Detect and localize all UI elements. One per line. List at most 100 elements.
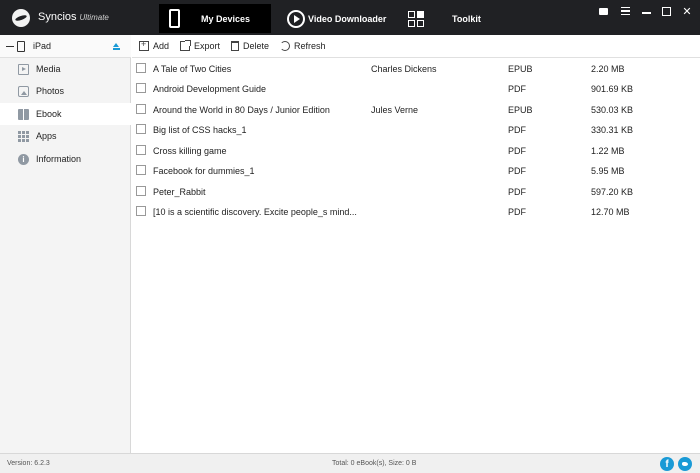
ebook-title: [10 is a scientific discovery. Excite pe… xyxy=(153,207,357,217)
refresh-button[interactable]: Refresh xyxy=(280,41,326,51)
photos-icon xyxy=(18,85,29,97)
add-icon xyxy=(139,39,149,51)
close-icon[interactable]: ✕ xyxy=(680,4,694,18)
add-button-label: Add xyxy=(153,41,170,51)
export-icon xyxy=(180,40,192,51)
trash-icon xyxy=(231,41,240,51)
ebook-size: 597.20 KB xyxy=(591,187,634,197)
totals-label: Total: 0 eBook(s), Size: 0 B xyxy=(332,460,417,467)
toolbar: Add Export Delete Refresh xyxy=(132,35,700,58)
ebook-size: 901.69 KB xyxy=(591,84,634,94)
delete-button-label: Delete xyxy=(243,41,270,51)
ebook-format: PDF xyxy=(508,187,526,197)
row-checkbox[interactable] xyxy=(136,63,146,73)
ebook-format: PDF xyxy=(508,207,526,217)
media-icon xyxy=(18,63,29,75)
tab-my-devices-label: My Devices xyxy=(201,13,251,24)
sidebar-item-label: Ebook xyxy=(36,109,62,119)
sidebar-item-apps[interactable]: Apps xyxy=(0,125,131,147)
ebook-title: Around the World in 80 Days / Junior Edi… xyxy=(153,105,330,115)
ebook-format: PDF xyxy=(508,125,526,135)
delete-button[interactable]: Delete xyxy=(231,41,269,51)
row-checkbox[interactable] xyxy=(136,165,146,175)
ebook-list: A Tale of Two Cities Charles Dickens EPU… xyxy=(132,59,700,453)
status-bar: Version: 6.2.3 Total: 0 eBook(s), Size: … xyxy=(0,453,700,473)
tab-my-devices[interactable]: My Devices xyxy=(159,4,271,33)
sidebar-item-photos[interactable]: Photos xyxy=(0,80,131,102)
message-icon[interactable] xyxy=(596,4,610,18)
sidebar-item-information[interactable]: i Information xyxy=(0,148,131,170)
collapse-icon[interactable] xyxy=(6,45,14,47)
info-icon: i xyxy=(18,153,29,165)
version-label: Version: 6.2.3 xyxy=(7,460,50,467)
ebook-size: 12.70 MB xyxy=(591,207,630,217)
ebook-size: 530.03 KB xyxy=(591,105,634,115)
row-checkbox[interactable] xyxy=(136,104,146,114)
app-title: Syncios Ultimate xyxy=(38,11,109,23)
phone-icon xyxy=(169,9,180,28)
device-row[interactable]: iPad xyxy=(0,35,131,58)
grid-icon xyxy=(408,10,424,27)
app-edition: Ultimate xyxy=(79,13,109,22)
ebook-title: Peter_Rabbit xyxy=(153,187,206,197)
ipad-icon xyxy=(17,40,25,52)
sidebar-item-ebook[interactable]: Ebook xyxy=(0,103,132,125)
list-item[interactable]: Around the World in 80 Days / Junior Edi… xyxy=(132,100,700,120)
export-button-label: Export xyxy=(194,41,221,51)
row-checkbox[interactable] xyxy=(136,83,146,93)
ebook-format: EPUB xyxy=(508,105,533,115)
row-checkbox[interactable] xyxy=(136,145,146,155)
tab-toolkit-label: Toolkit xyxy=(452,13,481,24)
sidebar-item-media[interactable]: Media xyxy=(0,58,131,80)
apps-icon xyxy=(18,130,29,142)
ebook-format: PDF xyxy=(508,166,526,176)
sidebar-item-label: Media xyxy=(36,64,61,74)
app-name: Syncios xyxy=(38,11,77,23)
maximize-icon[interactable] xyxy=(659,4,673,18)
device-name: iPad xyxy=(33,41,52,51)
add-button[interactable]: Add xyxy=(139,39,170,51)
ebook-size: 330.31 KB xyxy=(591,125,634,135)
sidebar-item-label: Apps xyxy=(36,131,57,141)
ebook-title: Big list of CSS hacks_1 xyxy=(153,125,247,135)
tab-video-downloader-label: Video Downloader xyxy=(308,13,387,24)
tab-video-downloader[interactable]: Video Downloader xyxy=(285,4,389,33)
ebook-author: Jules Verne xyxy=(371,105,419,115)
play-icon xyxy=(287,9,305,28)
row-checkbox[interactable] xyxy=(136,186,146,196)
ebook-format: EPUB xyxy=(508,64,533,74)
ebook-format: PDF xyxy=(508,84,526,94)
ebook-icon xyxy=(18,108,29,120)
list-item[interactable]: Android Development Guide PDF 901.69 KB xyxy=(132,79,700,99)
ebook-title: Android Development Guide xyxy=(153,84,267,94)
list-item[interactable]: Facebook for dummies_1 PDF 5.95 MB xyxy=(132,161,700,181)
row-checkbox[interactable] xyxy=(136,124,146,134)
list-item[interactable]: Cross killing game PDF 1.22 MB xyxy=(132,141,700,161)
ebook-author: Charles Dickens xyxy=(371,64,437,74)
twitter-icon[interactable] xyxy=(678,457,692,471)
sidebar-item-label: Photos xyxy=(36,86,65,96)
menu-icon[interactable] xyxy=(618,4,632,18)
sidebar-item-label: Information xyxy=(36,154,82,164)
tab-toolkit[interactable]: Toolkit xyxy=(404,4,484,33)
title-bar: Syncios Ultimate My Devices Video Downloa… xyxy=(0,0,700,35)
ebook-format: PDF xyxy=(508,146,526,156)
ebook-title: A Tale of Two Cities xyxy=(153,64,232,74)
row-checkbox[interactable] xyxy=(136,206,146,216)
list-item[interactable]: Peter_Rabbit PDF 597.20 KB xyxy=(132,182,700,202)
minimize-icon[interactable] xyxy=(639,4,653,18)
ebook-title: Facebook for dummies_1 xyxy=(153,166,255,176)
eject-icon[interactable] xyxy=(113,43,120,50)
export-button[interactable]: Export xyxy=(180,40,221,51)
refresh-icon xyxy=(280,41,291,51)
ebook-size: 1.22 MB xyxy=(591,146,625,156)
list-item[interactable]: A Tale of Two Cities Charles Dickens EPU… xyxy=(132,59,700,79)
ebook-size: 2.20 MB xyxy=(591,64,625,74)
list-item[interactable]: [10 is a scientific discovery. Excite pe… xyxy=(132,202,700,222)
facebook-icon[interactable]: f xyxy=(660,457,674,471)
ebook-size: 5.95 MB xyxy=(591,166,625,176)
ebook-title: Cross killing game xyxy=(153,146,227,156)
syncios-logo-icon xyxy=(12,9,30,27)
list-item[interactable]: Big list of CSS hacks_1 PDF 330.31 KB xyxy=(132,120,700,140)
refresh-button-label: Refresh xyxy=(294,41,326,51)
